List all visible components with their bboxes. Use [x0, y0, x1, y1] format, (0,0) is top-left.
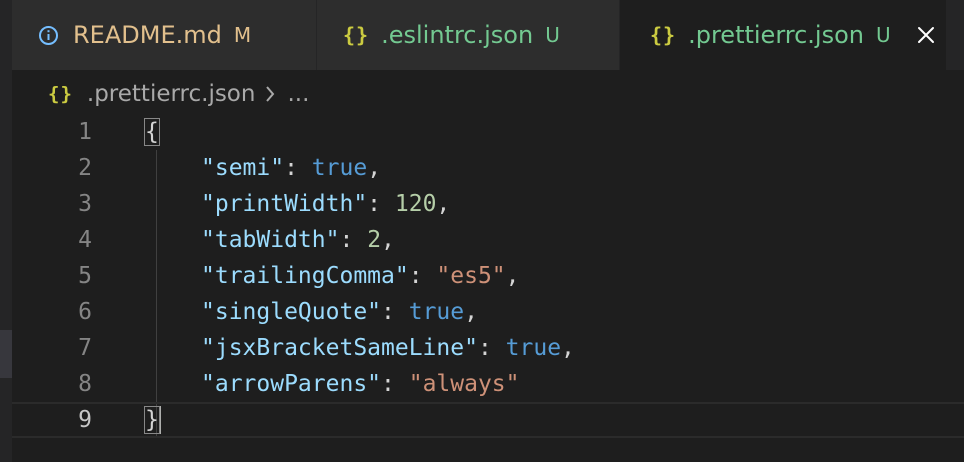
- activity-strip: [0, 0, 12, 462]
- code-content: }: [144, 405, 161, 434]
- current-code-line[interactable]: 9 }: [12, 402, 964, 438]
- code-line[interactable]: 4 "tabWidth": 2,: [12, 222, 964, 258]
- line-number: 3: [78, 191, 92, 217]
- json-number-value: 120: [394, 191, 437, 217]
- json-comma: ,: [464, 299, 478, 325]
- json-comma: ,: [561, 335, 575, 361]
- json-key: "arrowParens": [201, 371, 382, 397]
- tab-readme[interactable]: README.md M: [12, 0, 317, 70]
- json-key: "printWidth": [201, 191, 368, 217]
- line-number: 6: [78, 299, 92, 325]
- close-icon[interactable]: [915, 24, 937, 46]
- untracked-status-badge: U: [876, 23, 891, 47]
- line-number: 9: [78, 407, 92, 433]
- json-colon: :: [284, 155, 312, 181]
- chevron-right-icon: [263, 84, 277, 104]
- breadcrumb-symbols[interactable]: ...: [287, 81, 309, 107]
- tab-eslintrc-label: .eslintrc.json: [381, 21, 534, 49]
- code-content: "singleQuote": true,: [201, 299, 478, 325]
- json-key: "jsxBracketSameLine": [201, 335, 478, 361]
- json-boolean-value: true: [505, 335, 562, 361]
- json-colon: :: [477, 335, 506, 361]
- json-comma: ,: [505, 263, 520, 289]
- json-comma: ,: [381, 227, 395, 253]
- tab-prettierrc-label: .prettierrc.json: [688, 21, 864, 49]
- json-colon: :: [381, 299, 409, 325]
- modified-status-badge: M: [233, 23, 252, 47]
- code-editor[interactable]: 1 { 2 "semi": true, 3 "printWidth": 120,…: [12, 114, 964, 462]
- code-content: "arrowParens": "always": [201, 371, 520, 397]
- activity-marker: [0, 330, 12, 378]
- line-number: 8: [78, 371, 92, 397]
- json-key: "trailingComma": [201, 263, 409, 289]
- text-cursor: [158, 406, 161, 434]
- vscode-editor-window: README.md M {} .eslintrc.json U {} .pret…: [0, 0, 964, 462]
- json-number-value: 2: [367, 227, 382, 253]
- code-content: "jsxBracketSameLine": true,: [201, 335, 575, 361]
- editor-tabbar: README.md M {} .eslintrc.json U {} .pret…: [12, 0, 964, 70]
- code-content: "printWidth": 120,: [201, 191, 450, 217]
- json-boolean-value: true: [408, 299, 465, 325]
- code-content: "trailingComma": "es5",: [201, 263, 520, 289]
- tab-readme-label: README.md: [73, 21, 222, 49]
- json-braces-icon: {}: [343, 23, 370, 47]
- open-brace: {: [144, 118, 160, 146]
- json-key: "semi": [201, 155, 285, 181]
- json-colon: :: [339, 227, 368, 253]
- info-icon: [38, 25, 59, 46]
- json-comma: ,: [436, 191, 451, 217]
- json-string-value: "always": [408, 371, 520, 397]
- code-line[interactable]: 6 "singleQuote": true,: [12, 294, 964, 330]
- code-content: {: [144, 118, 160, 146]
- code-content: "semi": true,: [201, 155, 381, 181]
- code-content: "tabWidth": 2,: [201, 227, 395, 253]
- json-string-value: "es5": [436, 263, 506, 289]
- code-line[interactable]: 3 "printWidth": 120,: [12, 186, 964, 222]
- json-key: "singleQuote": [201, 299, 382, 325]
- json-braces-icon: {}: [48, 83, 73, 105]
- json-comma: ,: [367, 155, 382, 181]
- json-boolean-value: true: [311, 155, 368, 181]
- tab-prettierrc[interactable]: {} .prettierrc.json U: [620, 0, 947, 70]
- json-colon: :: [367, 191, 395, 217]
- json-key: "tabWidth": [201, 227, 340, 253]
- code-line[interactable]: 5 "trailingComma": "es5",: [12, 258, 964, 294]
- json-colon: :: [381, 371, 409, 397]
- line-number: 4: [78, 227, 92, 253]
- line-number: 2: [78, 155, 92, 181]
- code-line[interactable]: 2 "semi": true,: [12, 150, 964, 186]
- breadcrumb-file[interactable]: .prettierrc.json: [87, 81, 256, 107]
- code-line[interactable]: 7 "jsxBracketSameLine": true,: [12, 330, 964, 366]
- line-number: 1: [78, 119, 92, 145]
- line-number: 7: [78, 335, 92, 361]
- code-line[interactable]: 1 {: [12, 114, 964, 150]
- json-braces-icon: {}: [650, 23, 677, 47]
- tab-eslintrc[interactable]: {} .eslintrc.json U: [317, 0, 620, 70]
- breadcrumb: {} .prettierrc.json ...: [48, 76, 309, 112]
- line-number: 5: [78, 263, 92, 289]
- code-line[interactable]: 8 "arrowParens": "always": [12, 366, 964, 402]
- close-brace: }: [144, 405, 160, 434]
- untracked-status-badge: U: [545, 23, 560, 47]
- json-colon: :: [408, 263, 437, 289]
